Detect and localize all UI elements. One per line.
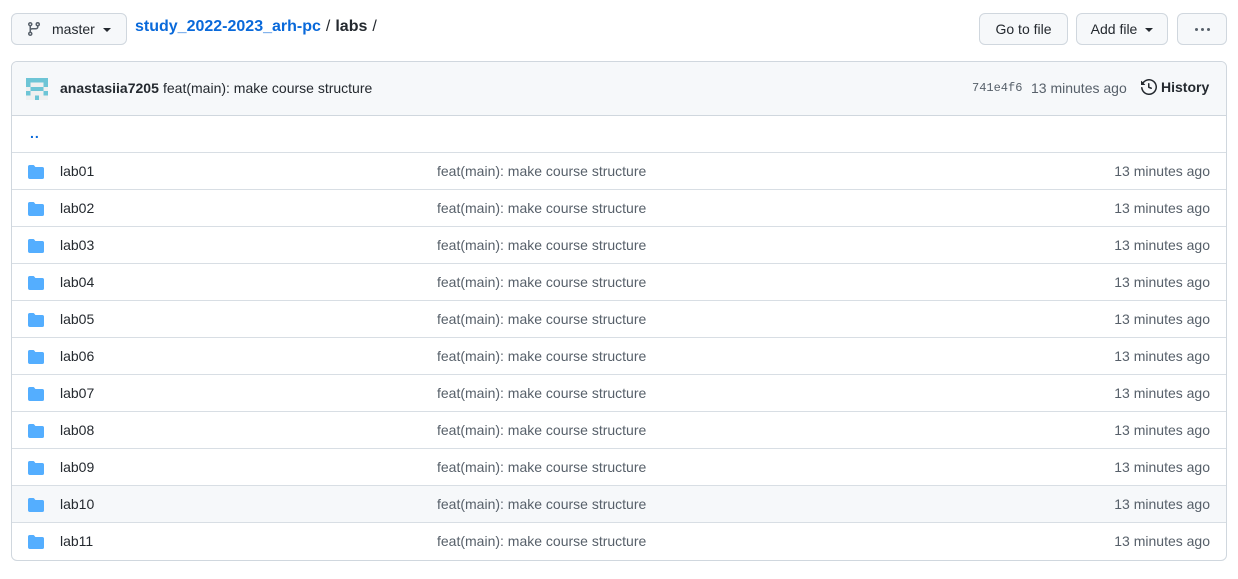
file-name-link[interactable]: lab10 xyxy=(60,496,94,512)
file-commit-message[interactable]: feat(main): make course structure xyxy=(437,348,646,364)
file-name-link[interactable]: lab09 xyxy=(60,459,94,475)
file-row[interactable]: lab09 feat(main): make course structure 13… xyxy=(12,449,1226,486)
file-row[interactable]: lab08 feat(main): make course structure 13… xyxy=(12,412,1226,449)
folder-icon xyxy=(28,349,44,365)
file-commit-time: 13 minutes ago xyxy=(1114,348,1210,364)
chevron-down-icon xyxy=(102,28,111,32)
file-commit-time: 13 minutes ago xyxy=(1114,459,1210,475)
commit-sha[interactable]: 741e4f6 xyxy=(972,81,1022,95)
breadcrumb-separator: / xyxy=(325,18,331,35)
add-file-label: Add file xyxy=(1090,21,1138,37)
file-name-link[interactable]: lab06 xyxy=(60,348,94,364)
history-label: History xyxy=(1161,79,1210,95)
file-commit-time: 13 minutes ago xyxy=(1114,163,1210,179)
latest-commit-bar: anastasiia7205 feat(main): make course s… xyxy=(12,62,1226,116)
folder-icon xyxy=(28,275,44,291)
parent-directory-link[interactable]: .. xyxy=(30,125,40,141)
folder-icon xyxy=(28,497,44,513)
file-commit-message[interactable]: feat(main): make course structure xyxy=(437,533,646,549)
file-commit-message[interactable]: feat(main): make course structure xyxy=(437,496,646,512)
file-commit-message[interactable]: feat(main): make course structure xyxy=(437,385,646,401)
history-link[interactable]: History xyxy=(1141,79,1209,95)
file-commit-message[interactable]: feat(main): make course structure xyxy=(437,163,646,179)
file-commit-message[interactable]: feat(main): make course structure xyxy=(437,459,646,475)
go-to-file-label: Go to file xyxy=(995,21,1052,37)
avatar[interactable] xyxy=(26,78,48,100)
file-list-box: anastasiia7205 feat(main): make course s… xyxy=(11,61,1227,561)
file-commit-time: 13 minutes ago xyxy=(1114,200,1210,216)
commit-message[interactable]: feat(main): make course structure xyxy=(163,80,372,96)
folder-icon xyxy=(28,312,44,328)
breadcrumb-current-dir: labs xyxy=(335,18,368,35)
kebab-horizontal-icon xyxy=(1194,27,1210,31)
file-row[interactable]: lab11 feat(main): make course structure 13… xyxy=(12,523,1226,560)
commit-time: 13 minutes ago xyxy=(1031,80,1127,96)
file-row[interactable]: lab05 feat(main): make course structure 13… xyxy=(12,301,1226,338)
file-name-link[interactable]: lab07 xyxy=(60,385,94,401)
folder-icon xyxy=(28,423,44,439)
folder-icon xyxy=(28,460,44,476)
file-name-link[interactable]: lab01 xyxy=(60,163,94,179)
file-name-link[interactable]: lab02 xyxy=(60,200,94,216)
folder-icon xyxy=(28,164,44,180)
file-name-link[interactable]: lab04 xyxy=(60,274,94,290)
branch-selector-button[interactable]: master xyxy=(11,13,127,45)
more-options-button[interactable] xyxy=(1177,13,1227,45)
file-commit-message[interactable]: feat(main): make course structure xyxy=(437,422,646,438)
folder-icon xyxy=(28,386,44,402)
file-name-link[interactable]: lab08 xyxy=(60,422,94,438)
folder-icon xyxy=(28,201,44,217)
file-row[interactable]: lab02 feat(main): make course structure 13… xyxy=(12,190,1226,227)
file-commit-time: 13 minutes ago xyxy=(1114,274,1210,290)
file-commit-time: 13 minutes ago xyxy=(1114,237,1210,253)
file-name-link[interactable]: lab03 xyxy=(60,237,94,253)
folder-icon xyxy=(28,238,44,254)
go-to-file-button[interactable]: Go to file xyxy=(979,13,1068,45)
file-commit-message[interactable]: feat(main): make course structure xyxy=(437,274,646,290)
chevron-down-icon xyxy=(1145,28,1154,32)
file-commit-time: 13 minutes ago xyxy=(1114,496,1210,512)
breadcrumb: study_2022-2023_arh-pc / labs / xyxy=(135,18,382,36)
file-commit-message[interactable]: feat(main): make course structure xyxy=(437,237,646,253)
file-commit-time: 13 minutes ago xyxy=(1114,311,1210,327)
file-row[interactable]: lab04 feat(main): make course structure 13… xyxy=(12,264,1226,301)
parent-directory-row: .. xyxy=(12,116,1226,153)
file-commit-time: 13 minutes ago xyxy=(1114,533,1210,549)
file-commit-message[interactable]: feat(main): make course structure xyxy=(437,200,646,216)
file-row[interactable]: lab10 feat(main): make course structure 13… xyxy=(12,486,1226,523)
commit-author[interactable]: anastasiia7205 xyxy=(60,80,159,96)
breadcrumb-separator: / xyxy=(372,18,377,35)
file-row[interactable]: lab03 feat(main): make course structure 13… xyxy=(12,227,1226,264)
file-navigation: master study_2022-2023_arh-pc / labs / G… xyxy=(11,13,1227,45)
file-row[interactable]: lab07 feat(main): make course structure 13… xyxy=(12,375,1226,412)
file-commit-message[interactable]: feat(main): make course structure xyxy=(437,311,646,327)
file-commit-time: 13 minutes ago xyxy=(1114,422,1210,438)
file-row[interactable]: lab06 feat(main): make course structure 13… xyxy=(12,338,1226,375)
history-icon xyxy=(1141,79,1157,95)
folder-icon xyxy=(28,534,44,550)
branch-name: master xyxy=(52,21,95,37)
file-row[interactable]: lab01 feat(main): make course structure 13… xyxy=(12,153,1226,190)
file-commit-time: 13 minutes ago xyxy=(1114,385,1210,401)
file-name-link[interactable]: lab11 xyxy=(60,533,93,549)
git-branch-icon xyxy=(26,21,42,37)
breadcrumb-repo-link[interactable]: study_2022-2023_arh-pc xyxy=(135,18,321,36)
file-name-link[interactable]: lab05 xyxy=(60,311,94,327)
add-file-button[interactable]: Add file xyxy=(1076,13,1168,45)
